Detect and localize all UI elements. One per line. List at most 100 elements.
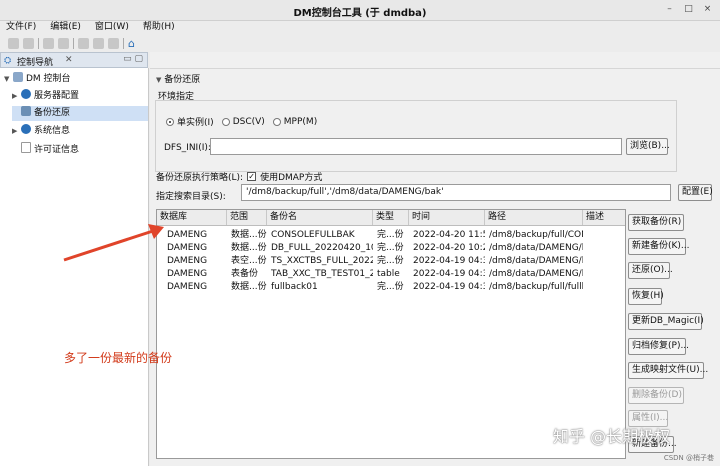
tree-item-label: 许可证信息 (34, 145, 80, 155)
cell-scope: 表备份 (231, 269, 259, 279)
radio-dot[interactable] (272, 117, 281, 126)
cell-type: 完...份 (377, 230, 404, 240)
backup-icon (21, 106, 31, 116)
cell-type: 完...份 (377, 243, 404, 253)
menu-file[interactable]: 文件(F) (6, 20, 36, 35)
recover-button[interactable]: 恢复(H) (628, 288, 664, 305)
cell-description (583, 242, 625, 255)
cell-scope: 数据...份 (231, 243, 267, 253)
tree-item-server-config[interactable]: ▶ 服务器配置 (12, 89, 79, 104)
table-header: 数据库 范围 备份名 类型 时间 路径 描述 (157, 210, 625, 226)
cut-icon[interactable] (78, 37, 89, 49)
csdn-credit: CSDN @梢子巷 (663, 454, 714, 462)
redo-icon[interactable] (58, 37, 69, 49)
cell-path: /dm8/backup/full/CON... (489, 230, 583, 240)
maximize-button[interactable]: □ (682, 3, 695, 16)
expand-arrow-icon[interactable]: ▼ (4, 72, 13, 87)
generate-mapping-button[interactable]: 生成映射文件(U)... (628, 362, 708, 379)
menu-window[interactable]: 窗口(W) (95, 20, 129, 35)
cell-database: DAMENG (167, 282, 208, 292)
cell-backup-name: TAB_XXC_TB_TEST01_20... (271, 269, 373, 279)
cell-type: 完...份 (377, 282, 404, 292)
radio-dot[interactable] (221, 117, 230, 126)
navigation-tree: ▼ DM 控制台 ▶ 服务器配置 备份还原 ▶ 系统信息 许可证信息 (0, 68, 149, 466)
tab-control-navigation[interactable]: ⛭ 控制导航 ✕ ▭ ▢ (0, 52, 148, 68)
table-row[interactable]: DAMENG 数据...份 CONSOLEFULLBAK 完...份 2022-… (157, 229, 625, 242)
cell-time: 2022-04-19 04:31... (413, 282, 485, 292)
new-backup-button[interactable]: 新建备份(K)... (628, 238, 690, 255)
config-button[interactable]: 配置(E) (678, 184, 713, 201)
collapse-arrow-icon[interactable]: ▶ (12, 124, 21, 139)
restore-button[interactable]: 还原(O)... (628, 262, 673, 279)
panel-header (150, 52, 720, 69)
navigation-icon: ⛭ (4, 56, 12, 66)
table-row[interactable]: DAMENG 表空...份 TS_XXCTBS_FULL_2022_... 完.… (157, 255, 625, 268)
tab-close-icon[interactable]: ✕ (65, 55, 73, 65)
console-icon (13, 72, 23, 82)
search-dir-input[interactable]: '/dm8/backup/full','/dm8/data/DAMENG/bak… (241, 184, 671, 201)
dfs-ini-input[interactable] (210, 138, 622, 155)
radio-mpp[interactable]: MPP(M) (272, 115, 317, 128)
cell-database: DAMENG (167, 256, 208, 266)
minimize-button[interactable]: – (663, 3, 676, 16)
collapse-arrow-icon[interactable]: ▶ (12, 89, 21, 104)
tree-item-system-info[interactable]: ▶ 系统信息 (12, 124, 70, 139)
cell-database: DAMENG (167, 243, 208, 253)
section-title: ▼ 备份还原 (156, 75, 201, 85)
window-title: DM控制台工具 (于 dmdba) (293, 8, 427, 19)
save-all-icon[interactable] (23, 37, 34, 49)
update-db-magic-button[interactable]: 更新DB_Magic(I) (628, 313, 704, 330)
close-button[interactable]: × (701, 3, 714, 16)
env-group (155, 100, 677, 172)
cell-backup-name: DB_FULL_20220420_102... (271, 243, 373, 253)
radio-single-instance[interactable]: 单实例(I) (166, 115, 214, 128)
cell-description (583, 281, 625, 294)
cell-time: 2022-04-20 11:53... (413, 230, 485, 240)
minimize-maximize-icon[interactable]: ▭ ▢ (123, 54, 143, 64)
col-type[interactable]: 类型 (373, 210, 409, 225)
cell-type: table (377, 269, 400, 279)
tree-item-backup-restore[interactable]: 备份还原 (12, 106, 148, 121)
col-time[interactable]: 时间 (409, 210, 485, 225)
col-description[interactable]: 描述 (583, 210, 625, 225)
dmap-checkbox[interactable]: ✓ (247, 172, 257, 181)
table-row[interactable]: DAMENG 数据...份 fullback01 完...份 2022-04-1… (157, 281, 625, 294)
cell-type: 完...份 (377, 256, 404, 266)
menu-edit[interactable]: 编辑(E) (50, 20, 81, 35)
paste-icon[interactable] (108, 37, 119, 49)
tree-item-label: 备份还原 (34, 108, 71, 118)
save-icon[interactable] (8, 37, 19, 49)
tree-item-label: 服务器配置 (34, 91, 80, 101)
fetch-backup-button[interactable]: 获取备份(R) (628, 214, 684, 231)
delete-backup-button[interactable]: 删除备份(D) (628, 387, 684, 404)
home-icon[interactable]: ⌂ (128, 38, 139, 49)
radio-dsc[interactable]: DSC(V) (221, 115, 265, 128)
toolbar: ⌂ (0, 36, 720, 50)
annotation-text: 多了一份最新的备份 (64, 351, 173, 365)
cell-database: DAMENG (167, 269, 208, 279)
toolbar-separator (73, 37, 74, 49)
cell-path: /dm8/backup/full/fullb... (489, 282, 583, 292)
table-row[interactable]: DAMENG 表备份 TAB_XXC_TB_TEST01_20... table… (157, 268, 625, 281)
tree-item-label: DM 控制台 (26, 74, 71, 84)
menu-help[interactable]: 帮助(H) (143, 20, 175, 35)
radio-dot[interactable] (166, 117, 174, 126)
info-icon (21, 124, 31, 134)
col-backup-name[interactable]: 备份名 (267, 210, 373, 225)
table-row[interactable]: DAMENG 数据...份 DB_FULL_20220420_102... 完.… (157, 242, 625, 255)
section-arrow-icon[interactable]: ▼ (156, 76, 161, 84)
browse-button[interactable]: 浏览(B)... (626, 138, 670, 155)
tree-item-dm-console[interactable]: ▼ DM 控制台 (4, 72, 71, 87)
undo-icon[interactable] (43, 37, 54, 49)
col-path[interactable]: 路径 (485, 210, 583, 225)
tree-item-license-info[interactable]: 许可证信息 (12, 142, 79, 157)
cell-time: 2022-04-20 10:29... (413, 243, 485, 253)
copy-icon[interactable] (93, 37, 104, 49)
search-dir-label: 指定搜索目录(S): (156, 192, 226, 202)
cell-scope: 数据...份 (231, 230, 267, 240)
annotation-arrow (63, 224, 164, 262)
tree-item-label: 系统信息 (34, 126, 71, 136)
server-config-icon (21, 89, 31, 99)
col-scope[interactable]: 范围 (227, 210, 267, 225)
archive-repair-button[interactable]: 归档修复(P)... (628, 338, 689, 355)
